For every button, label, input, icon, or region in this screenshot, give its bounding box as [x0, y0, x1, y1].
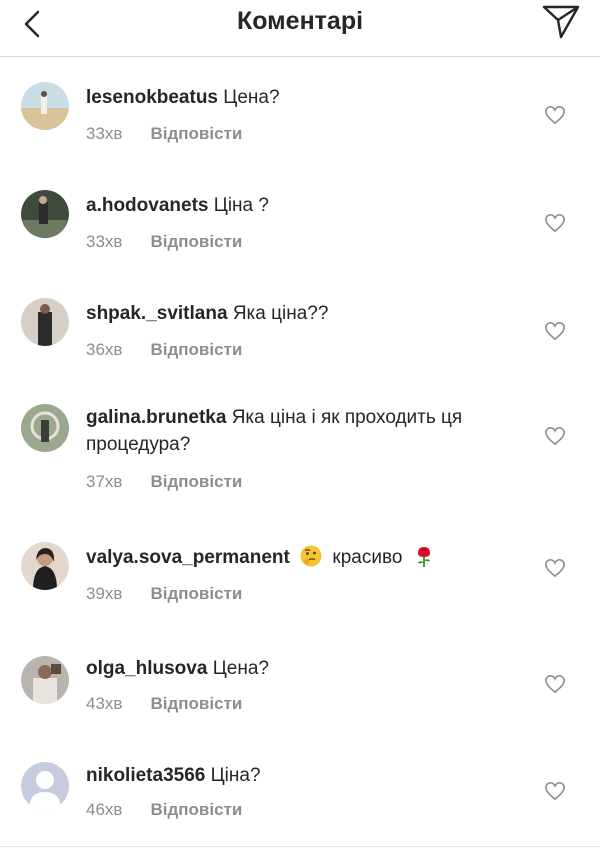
comment-text: nikolieta3566 Ціна?	[86, 762, 526, 789]
comment-time: 37хв	[86, 472, 123, 491]
comment-meta: 46хв Відповісти	[86, 800, 242, 820]
comment-time: 43хв	[86, 694, 123, 713]
comment-meta: 36хв Відповісти	[86, 340, 242, 360]
heart-outline-icon[interactable]	[544, 781, 566, 801]
comment-text: shpak._svitlana Яка ціна??	[86, 300, 526, 327]
comment-meta: 33хв Відповісти	[86, 124, 242, 144]
avatar[interactable]	[21, 656, 69, 704]
rose-emoji	[417, 547, 430, 567]
comment-username[interactable]: valya.sova_permanent	[86, 547, 290, 568]
comment-time: 46хв	[86, 800, 123, 819]
header: Коментарі	[0, 0, 600, 57]
comment-text: valya.sova_permanent красиво	[86, 544, 526, 571]
reply-button[interactable]: Відповісти	[150, 124, 242, 143]
divider	[0, 846, 600, 847]
heart-outline-icon[interactable]	[544, 558, 566, 578]
comment-username[interactable]: galina.brunetka	[86, 407, 226, 428]
avatar[interactable]	[21, 82, 69, 130]
reply-button[interactable]: Відповісти	[150, 232, 242, 251]
reply-button[interactable]: Відповісти	[150, 340, 242, 359]
comment-time: 33хв	[86, 124, 123, 143]
comment-time: 33хв	[86, 232, 123, 251]
comment-text: a.hodovanets Ціна ?	[86, 192, 526, 219]
avatar[interactable]	[21, 298, 69, 346]
reply-button[interactable]: Відповісти	[150, 694, 242, 713]
comment-meta: 33хв Відповісти	[86, 232, 242, 252]
comment-meta: 37хв Відповісти	[86, 472, 242, 492]
avatar[interactable]	[21, 190, 69, 238]
comment-body: Ціна ?	[213, 195, 269, 216]
heart-outline-icon[interactable]	[544, 426, 566, 446]
reply-button[interactable]: Відповісти	[150, 584, 242, 603]
reply-button[interactable]: Відповісти	[150, 472, 242, 491]
comment-username[interactable]: a.hodovanets	[86, 195, 208, 216]
comment-meta: 39хв Відповісти	[86, 584, 242, 604]
comment-username[interactable]: shpak._svitlana	[86, 303, 228, 324]
comment-body: Ціна?	[210, 765, 261, 786]
comment-body: Цена?	[223, 87, 280, 108]
comment-meta: 43хв Відповісти	[86, 694, 242, 714]
comment-time: 39хв	[86, 584, 123, 603]
reply-button[interactable]: Відповісти	[150, 800, 242, 819]
heart-outline-icon[interactable]	[544, 674, 566, 694]
page-title: Коментарі	[236, 7, 364, 35]
heart-outline-icon[interactable]	[544, 105, 566, 125]
comment-username[interactable]: nikolieta3566	[86, 765, 205, 786]
thinking-face-emoji	[300, 545, 322, 567]
comment-text: lesenokbeatus Цена?	[86, 84, 526, 111]
comment-username[interactable]: olga_hlusova	[86, 658, 207, 679]
paper-plane-icon[interactable]	[540, 1, 582, 41]
heart-outline-icon[interactable]	[544, 213, 566, 233]
comment-text: olga_hlusova Цена?	[86, 655, 526, 682]
heart-outline-icon[interactable]	[544, 321, 566, 341]
comment-time: 36хв	[86, 340, 123, 359]
avatar[interactable]	[21, 762, 69, 810]
comment-body: Яка ціна??	[232, 303, 329, 324]
comment-body: красиво	[332, 547, 403, 568]
comment-username[interactable]: lesenokbeatus	[86, 87, 218, 108]
comment-body: Цена?	[212, 658, 269, 679]
avatar[interactable]	[21, 404, 69, 452]
comment-text: galina.brunetka Яка ціна і як проходить …	[86, 404, 526, 458]
avatar[interactable]	[21, 542, 69, 590]
